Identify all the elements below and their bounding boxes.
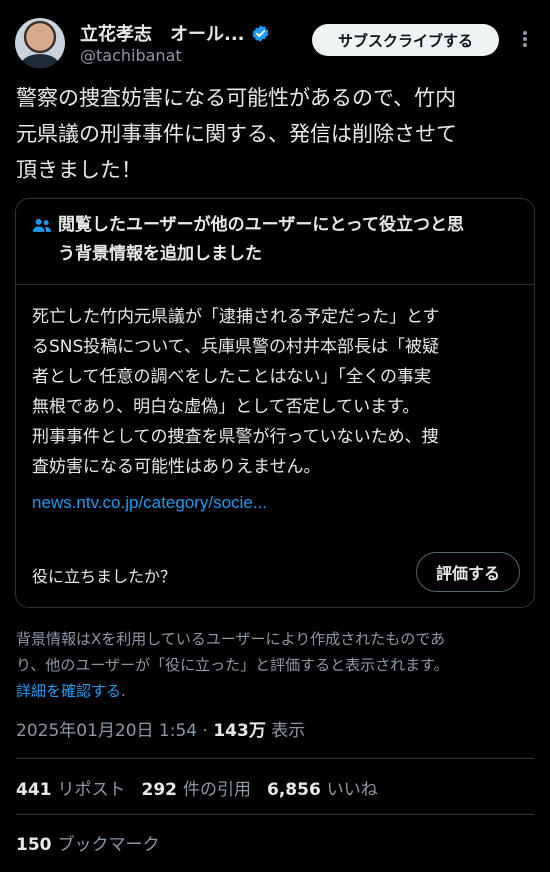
reposts-label: リポスト [57, 780, 126, 800]
divider [16, 758, 534, 759]
note-body-line: 死亡した竹内元県議が「逮捕される予定だった」とす [32, 307, 440, 327]
avatar[interactable] [15, 18, 65, 68]
verified-badge-icon [252, 24, 268, 42]
tweet-text-line: 頂きました！ [16, 158, 142, 182]
bookmarks-count: 150 [16, 835, 52, 855]
note-body-line: 者として任意の調べをしたことはない」「全くの事実 [32, 367, 431, 387]
quotes-count: 292 [141, 780, 178, 800]
tweet-text-line: 元県議の刑事事件に関する、発信は削除させて [16, 122, 457, 146]
note-body-line: るSNS投稿について、兵庫県警の村井本部長は「被疑 [32, 337, 439, 357]
people-icon [32, 218, 51, 232]
note-body-line: 査妨害になる可能性はありえません。 [32, 457, 321, 477]
community-note-disclaimer: 背景情報はXを利用しているユーザーにより作成されたものであ り、他のユーザーが「… [16, 626, 536, 704]
tweet-header: 立花孝志 オール... @tachibanat サブスクライブする [0, 0, 550, 76]
tweet-text-line: 警察の捜査妨害になる可能性があるので、竹内 [16, 86, 457, 110]
community-note-header: 閲覧したユーザーが他のユーザーにとって役立つと思 う背景情報を追加しました [16, 199, 534, 285]
note-title-line: 閲覧したユーザーが他のユーザーにとって役立つと思 [58, 215, 464, 235]
community-note-body: 死亡した竹内元県議が「逮捕される予定だった」とす るSNS投稿について、兵庫県警… [32, 302, 528, 482]
helpful-question: 役に立ちましたか？ [32, 567, 177, 586]
divider [16, 814, 534, 815]
author-handle[interactable]: @tachibanat [80, 46, 182, 65]
view-label: 表示 [271, 721, 306, 741]
subscribe-button[interactable]: サブスクライブする [312, 24, 499, 56]
community-note-title: 閲覧したユーザーが他のユーザーにとって役立つと思 う背景情報を追加しました [58, 211, 528, 269]
author-display-name[interactable]: 立花孝志 オール... [80, 20, 245, 46]
disclaimer-line: り、他のユーザーが「役に立った」と評価すると表示されます。 [16, 656, 449, 674]
meta-separator: · [202, 721, 208, 741]
likes-count: 6,856 [267, 780, 321, 800]
note-title-line: う背景情報を追加しました [58, 244, 262, 264]
quotes-label: 件の引用 [183, 780, 251, 800]
view-count: 143万 [213, 721, 266, 741]
community-note-source-link[interactable]: news.ntv.co.jp/category/socie... [32, 493, 267, 513]
tweet-meta: 2025年01月20日 1:54 · 143万 表示 [16, 716, 305, 741]
likes-label: いいね [326, 780, 378, 800]
reposts-count: 441 [16, 780, 52, 800]
bookmarks-label: ブックマーク [57, 835, 160, 855]
bookmarks-stat[interactable]: 150 ブックマーク [16, 830, 160, 855]
more-options-icon[interactable] [515, 28, 535, 50]
quotes-stat[interactable]: 292 件の引用 [142, 775, 252, 800]
note-body-line: 無根であり、明白な虚偽」として否定しています。 [32, 397, 420, 417]
disclaimer-line: 背景情報はXを利用しているユーザーにより作成されたものであ [16, 630, 446, 648]
learn-more-suffix: . [121, 682, 126, 700]
likes-stat[interactable]: 6,856 いいね [267, 775, 378, 800]
tweet-text: 警察の捜査妨害になる可能性があるので、竹内 元県議の刑事事件に関する、発信は削除… [16, 80, 536, 188]
tweet-timestamp[interactable]: 2025年01月20日 1:54 [16, 721, 197, 741]
engagement-stats: 441 リポスト 292 件の引用 6,856 いいね [16, 775, 378, 800]
note-body-line: 刑事事件としての捜査を県警が行っていないため、捜 [32, 427, 439, 447]
rate-button[interactable]: 評価する [416, 552, 520, 592]
author-name-row[interactable]: 立花孝志 オール... [80, 20, 270, 46]
reposts-stat[interactable]: 441 リポスト [16, 775, 126, 800]
learn-more-link[interactable]: 詳細を確認する [16, 682, 121, 700]
community-note-card: 閲覧したユーザーが他のユーザーにとって役立つと思 う背景情報を追加しました 死亡… [15, 198, 535, 608]
